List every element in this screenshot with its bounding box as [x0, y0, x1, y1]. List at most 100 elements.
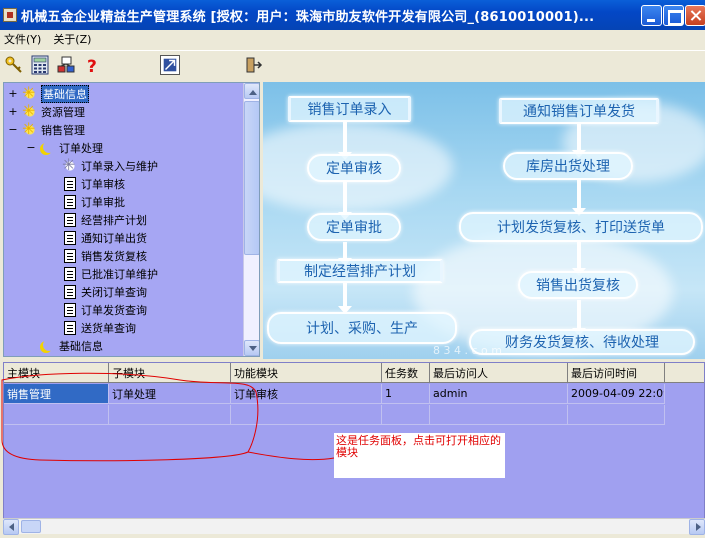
- minimize-button[interactable]: [641, 5, 662, 26]
- tree-item-delivery-note-query[interactable]: 送货单查询: [62, 319, 136, 336]
- tree-item-label: 订单审核: [81, 177, 125, 191]
- tree-item-label: 基础信息: [59, 339, 103, 353]
- document-icon: [64, 212, 76, 227]
- tree-item-label: 订单录入与维护: [81, 159, 158, 173]
- title-bar: 机械五金企业精益生产管理系统 [授权：用户：珠海市助友软件开发有限公司_(861…: [0, 0, 705, 30]
- tree-item-shipment-recheck[interactable]: 销售发货复核: [62, 247, 147, 264]
- tree-item-order-approval[interactable]: 订单审批: [62, 193, 125, 210]
- table-cell[interactable]: 订单处理: [109, 384, 231, 404]
- flow-step-order-approval[interactable]: 定单审批: [307, 213, 401, 241]
- scroll-down-icon[interactable]: [244, 340, 259, 356]
- sun-icon: [62, 155, 78, 174]
- flow-step-finance-recheck[interactable]: 财务发货复核、待收处理: [469, 329, 695, 355]
- tree-item-order-processing[interactable]: − 订单处理: [26, 139, 103, 156]
- tree-item-label: 基础信息: [41, 84, 89, 103]
- calculator-icon[interactable]: [30, 55, 50, 75]
- table-cell[interactable]: 订单审核: [231, 384, 382, 404]
- window-title: 机械五金企业精益生产管理系统 [授权：用户：珠海市助友软件开发有限公司_(861…: [21, 9, 595, 25]
- scroll-right-icon[interactable]: [689, 519, 705, 535]
- tree-item-sales-basic-info[interactable]: 基础信息: [40, 337, 103, 354]
- toolbar: ?: [0, 50, 705, 78]
- table-cell-empty[interactable]: [4, 405, 109, 425]
- exit-icon[interactable]: [243, 55, 263, 75]
- tree-item-order-review[interactable]: 订单审核: [62, 175, 125, 192]
- tree-item-sales-management[interactable]: − 销售管理: [8, 119, 85, 138]
- menu-file[interactable]: 文件(Y): [0, 31, 49, 47]
- menu-about[interactable]: 关于(Z): [49, 31, 99, 47]
- collapse-icon[interactable]: −: [8, 123, 18, 136]
- column-header-filler: [665, 363, 704, 383]
- key-icon[interactable]: [4, 55, 24, 75]
- flow-step-print-delivery-note[interactable]: 计划发货复核、打印送货单: [459, 212, 703, 242]
- document-icon: [64, 248, 76, 263]
- flow-step-warehouse-shipping[interactable]: 库房出货处理: [503, 152, 633, 180]
- table-cell-empty[interactable]: [231, 405, 382, 425]
- document-icon: [64, 266, 76, 281]
- tree-item-shipment-notice[interactable]: 通知订单出货: [62, 229, 147, 246]
- sun-icon: [22, 101, 38, 120]
- sun-icon: [22, 83, 38, 102]
- process-flow-panel: 销售订单录入 定单审核 定单审批 制定经营排产计划 计划、采购、生产 通知销售订…: [263, 82, 705, 359]
- scroll-thumb[interactable]: [21, 520, 41, 533]
- table-cell[interactable]: 销售管理: [4, 384, 109, 404]
- tree-item-label: 通知订单出货: [81, 231, 147, 245]
- tree-item-closed-orders[interactable]: 关闭订单查询: [62, 283, 147, 300]
- tree-item-label: 订单审批: [81, 195, 125, 209]
- table-cell-empty[interactable]: [430, 405, 568, 425]
- flow-step-shipment-notice[interactable]: 通知销售订单发货: [499, 98, 659, 124]
- svg-text:?: ?: [87, 57, 97, 75]
- moon-icon: [40, 338, 56, 354]
- tree-item-order-entry[interactable]: 订单录入与维护: [62, 155, 158, 174]
- tree-item-resource-management[interactable]: + 资源管理: [8, 101, 85, 120]
- document-icon: [64, 284, 76, 299]
- tree-item-shipping-query[interactable]: 订单发货查询: [62, 301, 147, 318]
- tree-item-approved-orders[interactable]: 已批准订单维护: [62, 265, 158, 282]
- expand-icon[interactable]: +: [8, 87, 18, 100]
- flow-step-order-review[interactable]: 定单审核: [307, 154, 401, 182]
- column-header-last-visitor[interactable]: 最后访问人: [430, 363, 568, 383]
- flow-step-sales-order-entry[interactable]: 销售订单录入: [288, 96, 411, 122]
- tree-item-label: 销售管理: [41, 123, 85, 137]
- column-header-last-visit-time[interactable]: 最后访问时间: [568, 363, 665, 383]
- menu-bar: 文件(Y) 关于(Z): [0, 30, 705, 48]
- flow-step-purchase-production[interactable]: 计划、采购、生产: [267, 312, 457, 344]
- flow-step-production-plan[interactable]: 制定经营排产计划: [277, 259, 443, 283]
- tree-item-label: 资源管理: [41, 105, 85, 119]
- table-cell-empty[interactable]: [382, 405, 430, 425]
- expand-icon[interactable]: +: [8, 105, 18, 118]
- tree-item-label: 已批准订单维护: [81, 267, 158, 281]
- network-icon[interactable]: [56, 55, 76, 75]
- tree-item-label: 销售发货复核: [81, 249, 147, 263]
- tree-item-production-plan[interactable]: 经营排产计划: [62, 211, 147, 228]
- moon-icon: [40, 140, 56, 156]
- sun-icon: [22, 119, 38, 138]
- task-panel-horizontal-scrollbar[interactable]: [3, 518, 705, 535]
- table-cell-empty[interactable]: [568, 405, 665, 425]
- tree-item-label: 关闭订单查询: [81, 285, 147, 299]
- collapse-icon[interactable]: −: [26, 141, 36, 154]
- column-header-task-count[interactable]: 任务数: [382, 363, 430, 383]
- document-icon: [64, 320, 76, 335]
- table-cell[interactable]: 1: [382, 384, 430, 404]
- column-header-sub-module[interactable]: 子模块: [109, 363, 231, 383]
- close-button[interactable]: [685, 5, 705, 26]
- scroll-up-icon[interactable]: [244, 83, 259, 99]
- tree-item-label: 送货单查询: [81, 321, 136, 335]
- switch-user-icon[interactable]: [160, 55, 180, 75]
- scroll-thumb[interactable]: [244, 101, 259, 255]
- table-cell[interactable]: 2009-04-09 22:09:4: [568, 384, 665, 404]
- scroll-left-icon[interactable]: [3, 519, 19, 535]
- tree-item-label: 订单处理: [59, 141, 103, 155]
- column-header-main-module[interactable]: 主模块: [4, 363, 109, 383]
- flow-step-sales-recheck[interactable]: 销售出货复核: [518, 271, 638, 299]
- table-cell-empty[interactable]: [109, 405, 231, 425]
- document-icon: [64, 194, 76, 209]
- help-icon[interactable]: ?: [82, 55, 102, 75]
- column-header-function-module[interactable]: 功能模块: [231, 363, 382, 383]
- tree-item-basic-info[interactable]: + 基础信息: [8, 83, 89, 103]
- watermark: 8 3 4 . c o m: [433, 344, 502, 357]
- module-tree: + 基础信息 + 资源管理 − 销售管理 − 订单处理 订单录入与维护 订单审核…: [3, 82, 260, 357]
- table-cell[interactable]: admin: [430, 384, 568, 404]
- tree-vertical-scrollbar[interactable]: [243, 83, 259, 356]
- maximize-button[interactable]: [663, 5, 684, 26]
